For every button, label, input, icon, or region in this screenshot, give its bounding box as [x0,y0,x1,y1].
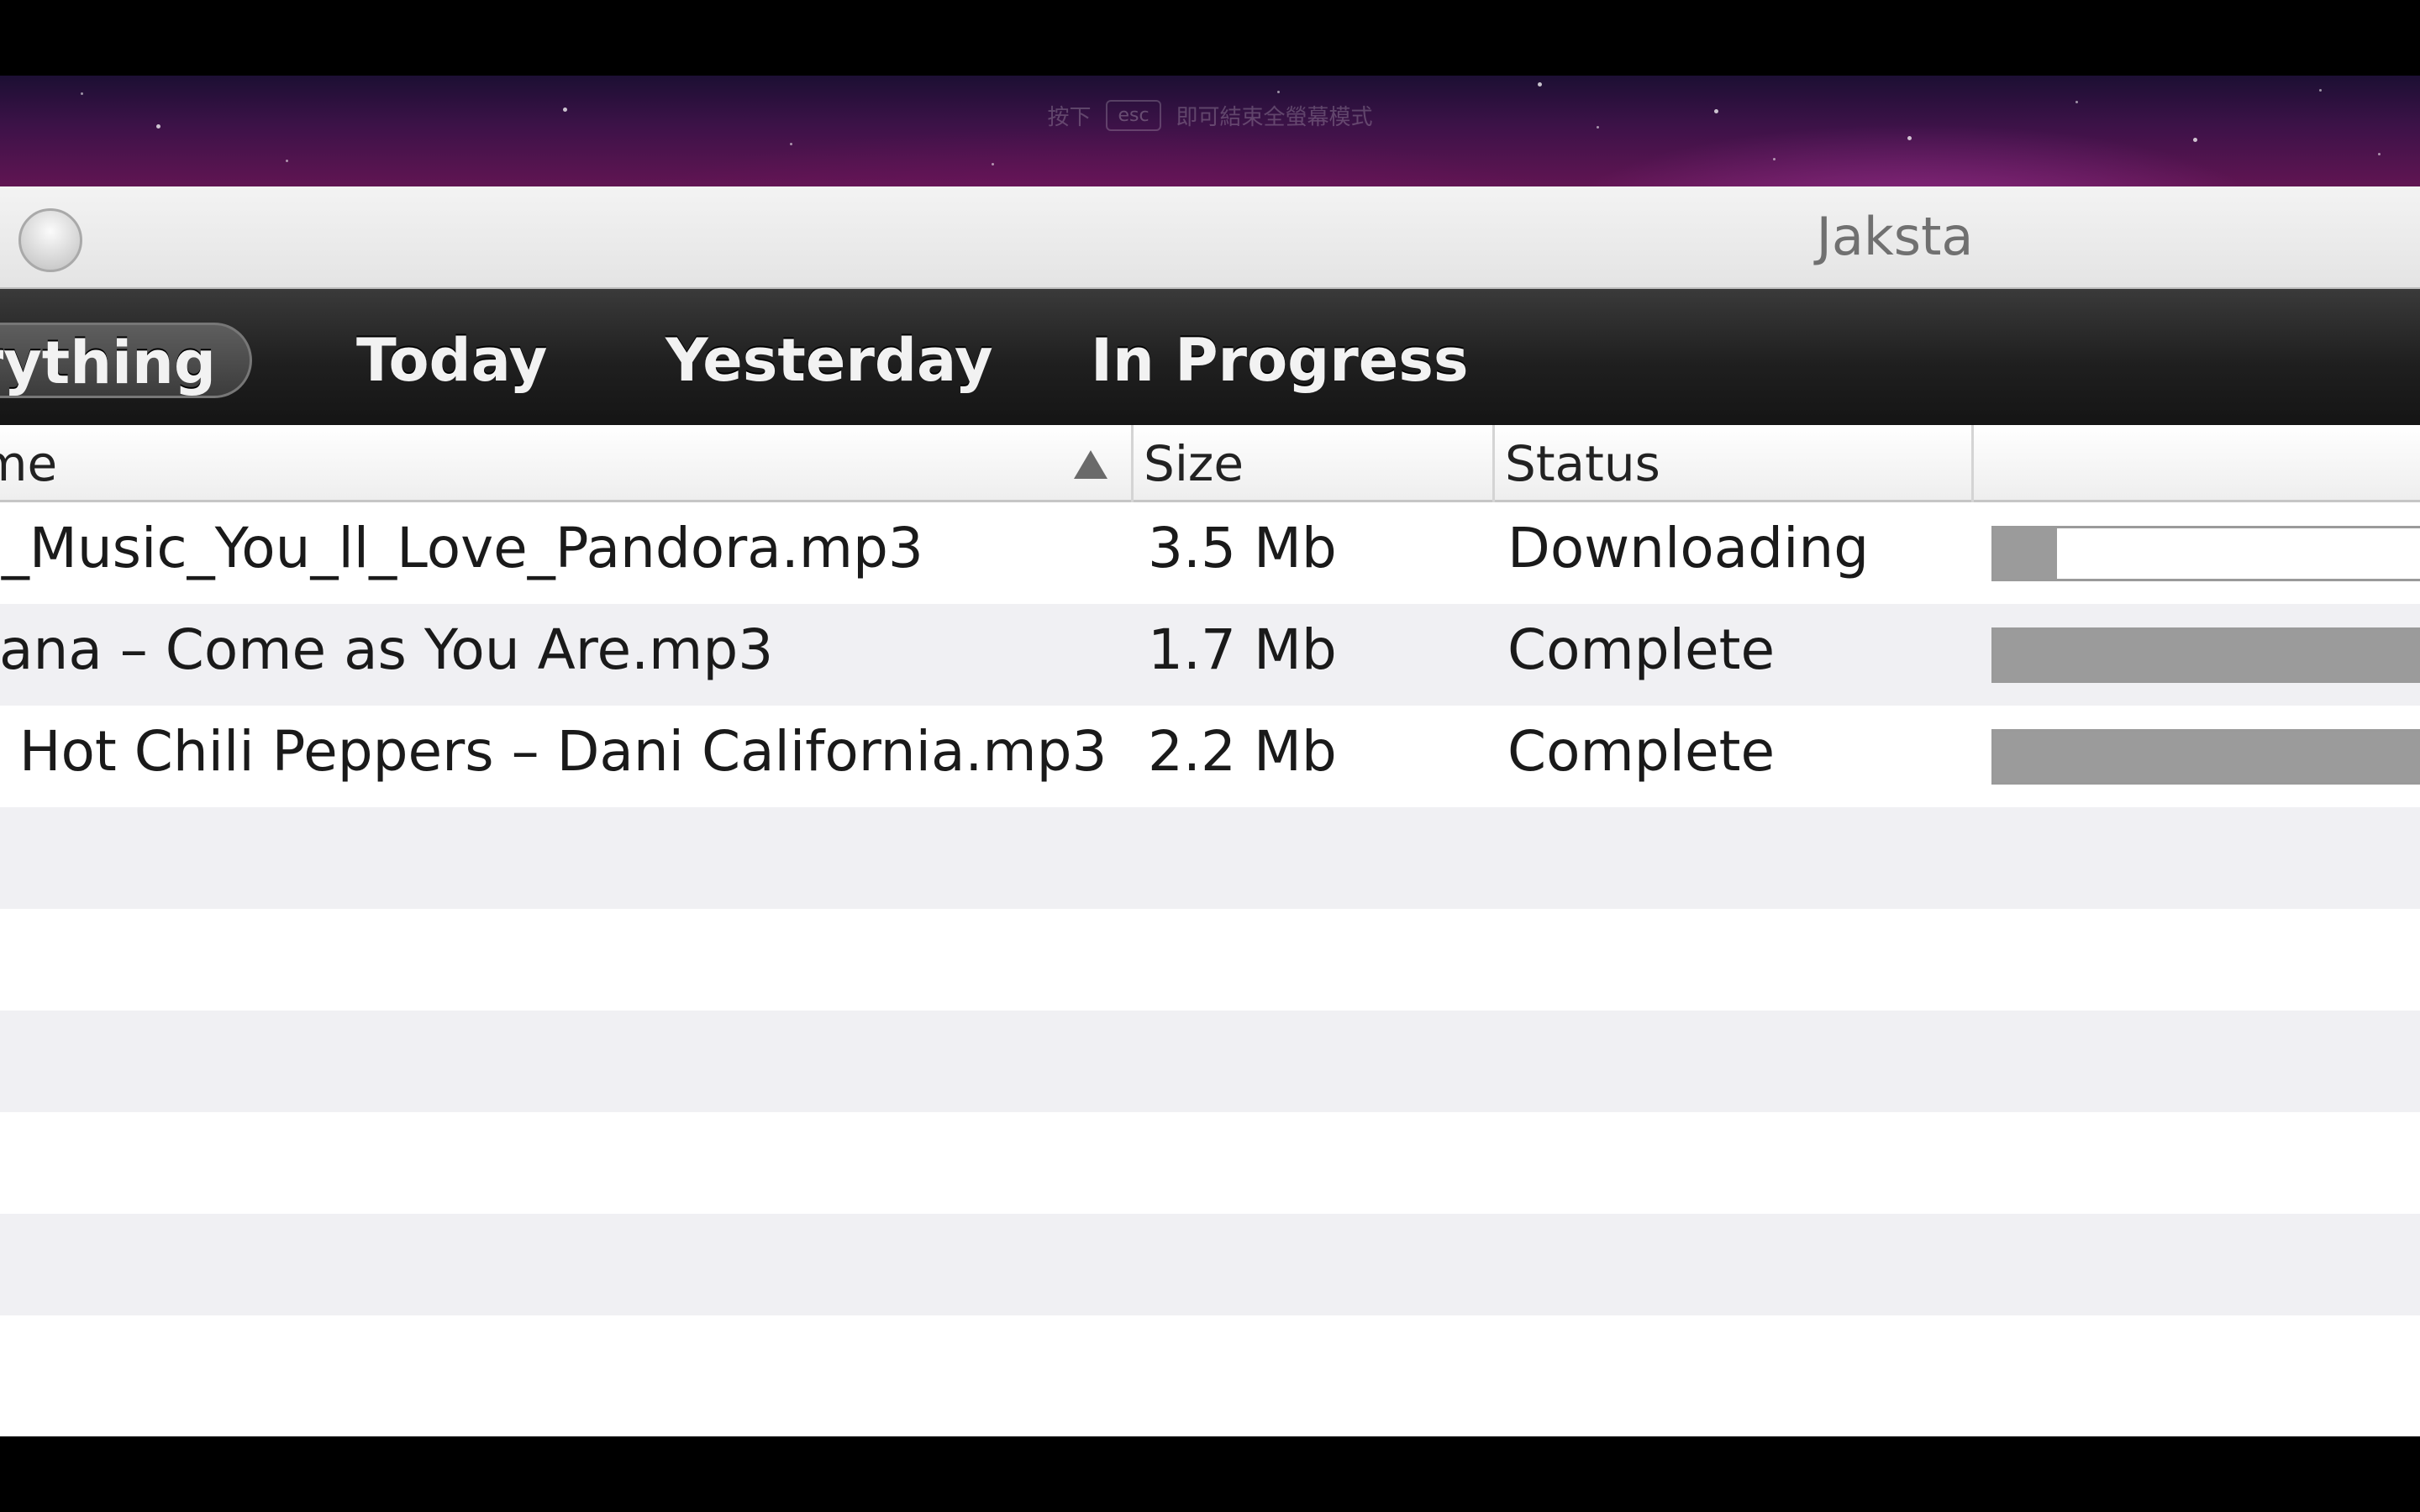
download-progress-bar [1991,627,2420,683]
window-title: Jaksta [1816,206,1974,267]
title-bar[interactable]: Jaksta [0,186,2420,289]
empty-row [0,909,2420,1011]
progress-fill [1994,630,2420,680]
empty-row [0,807,2420,909]
table-row[interactable]: d_Music_You_ll_Love_Pandora.mp3 3.5 Mb D… [0,502,2420,604]
tab-everything[interactable]: erything [0,323,252,398]
status-cell: Complete [1507,719,1776,784]
file-size-cell: 2.2 Mb [1148,719,1337,784]
jaksta-window: Jaksta erything Today Yesterday In Progr… [0,186,2420,1436]
file-name: d Hot Chili Peppers – Dani California.mp… [0,719,1107,784]
progress-fill [1994,528,2057,579]
file-name: vana – Come as You Are.mp3 [0,617,774,682]
empty-row [0,1214,2420,1315]
fullscreen-exit-hint: 按下 esc 即可結束全螢幕模式 [0,97,2420,134]
column-header-size[interactable]: Size [1131,425,1492,502]
file-name-cell: d Hot Chili Peppers – Dani California.mp… [0,706,1111,807]
file-size-cell: 1.7 Mb [1148,617,1337,682]
sort-ascending-icon [1074,450,1107,479]
tab-yesterday[interactable]: Yesterday [666,323,993,398]
tab-today[interactable]: Today [356,323,547,398]
file-name-cell: d_Music_You_ll_Love_Pandora.mp3 [0,502,1111,604]
filter-toolbar: erything Today Yesterday In Progress [0,289,2420,425]
esc-hint-suffix: 即可結束全螢幕模式 [1176,104,1373,130]
esc-hint-prefix: 按下 [1047,104,1092,130]
file-name-cell: vana – Come as You Are.mp3 [0,604,1111,706]
tab-in-progress[interactable]: In Progress [1091,323,1469,398]
column-header-status[interactable]: Status [1492,425,1971,502]
table-row[interactable]: d Hot Chili Peppers – Dani California.mp… [0,706,2420,807]
table-header: me Size Status [0,425,2420,502]
download-progress-bar [1991,729,2420,785]
column-header-name[interactable]: me [0,425,1131,502]
empty-row [0,1315,2420,1417]
status-cell: Complete [1507,617,1776,682]
file-size-cell: 3.5 Mb [1148,516,1337,580]
close-button[interactable] [18,208,82,272]
download-progress-bar [1991,526,2420,581]
progress-fill [1994,732,2420,782]
status-cell: Downloading [1507,516,1870,580]
table-row[interactable]: vana – Come as You Are.mp3 1.7 Mb Comple… [0,604,2420,706]
screen: 按下 esc 即可結束全螢幕模式 Jaksta erything Today Y… [0,0,2420,1512]
downloads-table-body: d_Music_You_ll_Love_Pandora.mp3 3.5 Mb D… [0,502,2420,1436]
empty-row [0,1011,2420,1112]
column-header-progress[interactable] [1971,425,2420,502]
esc-key-cap: esc [1106,99,1161,131]
empty-row [0,1112,2420,1214]
file-name: d_Music_You_ll_Love_Pandora.mp3 [0,516,923,580]
